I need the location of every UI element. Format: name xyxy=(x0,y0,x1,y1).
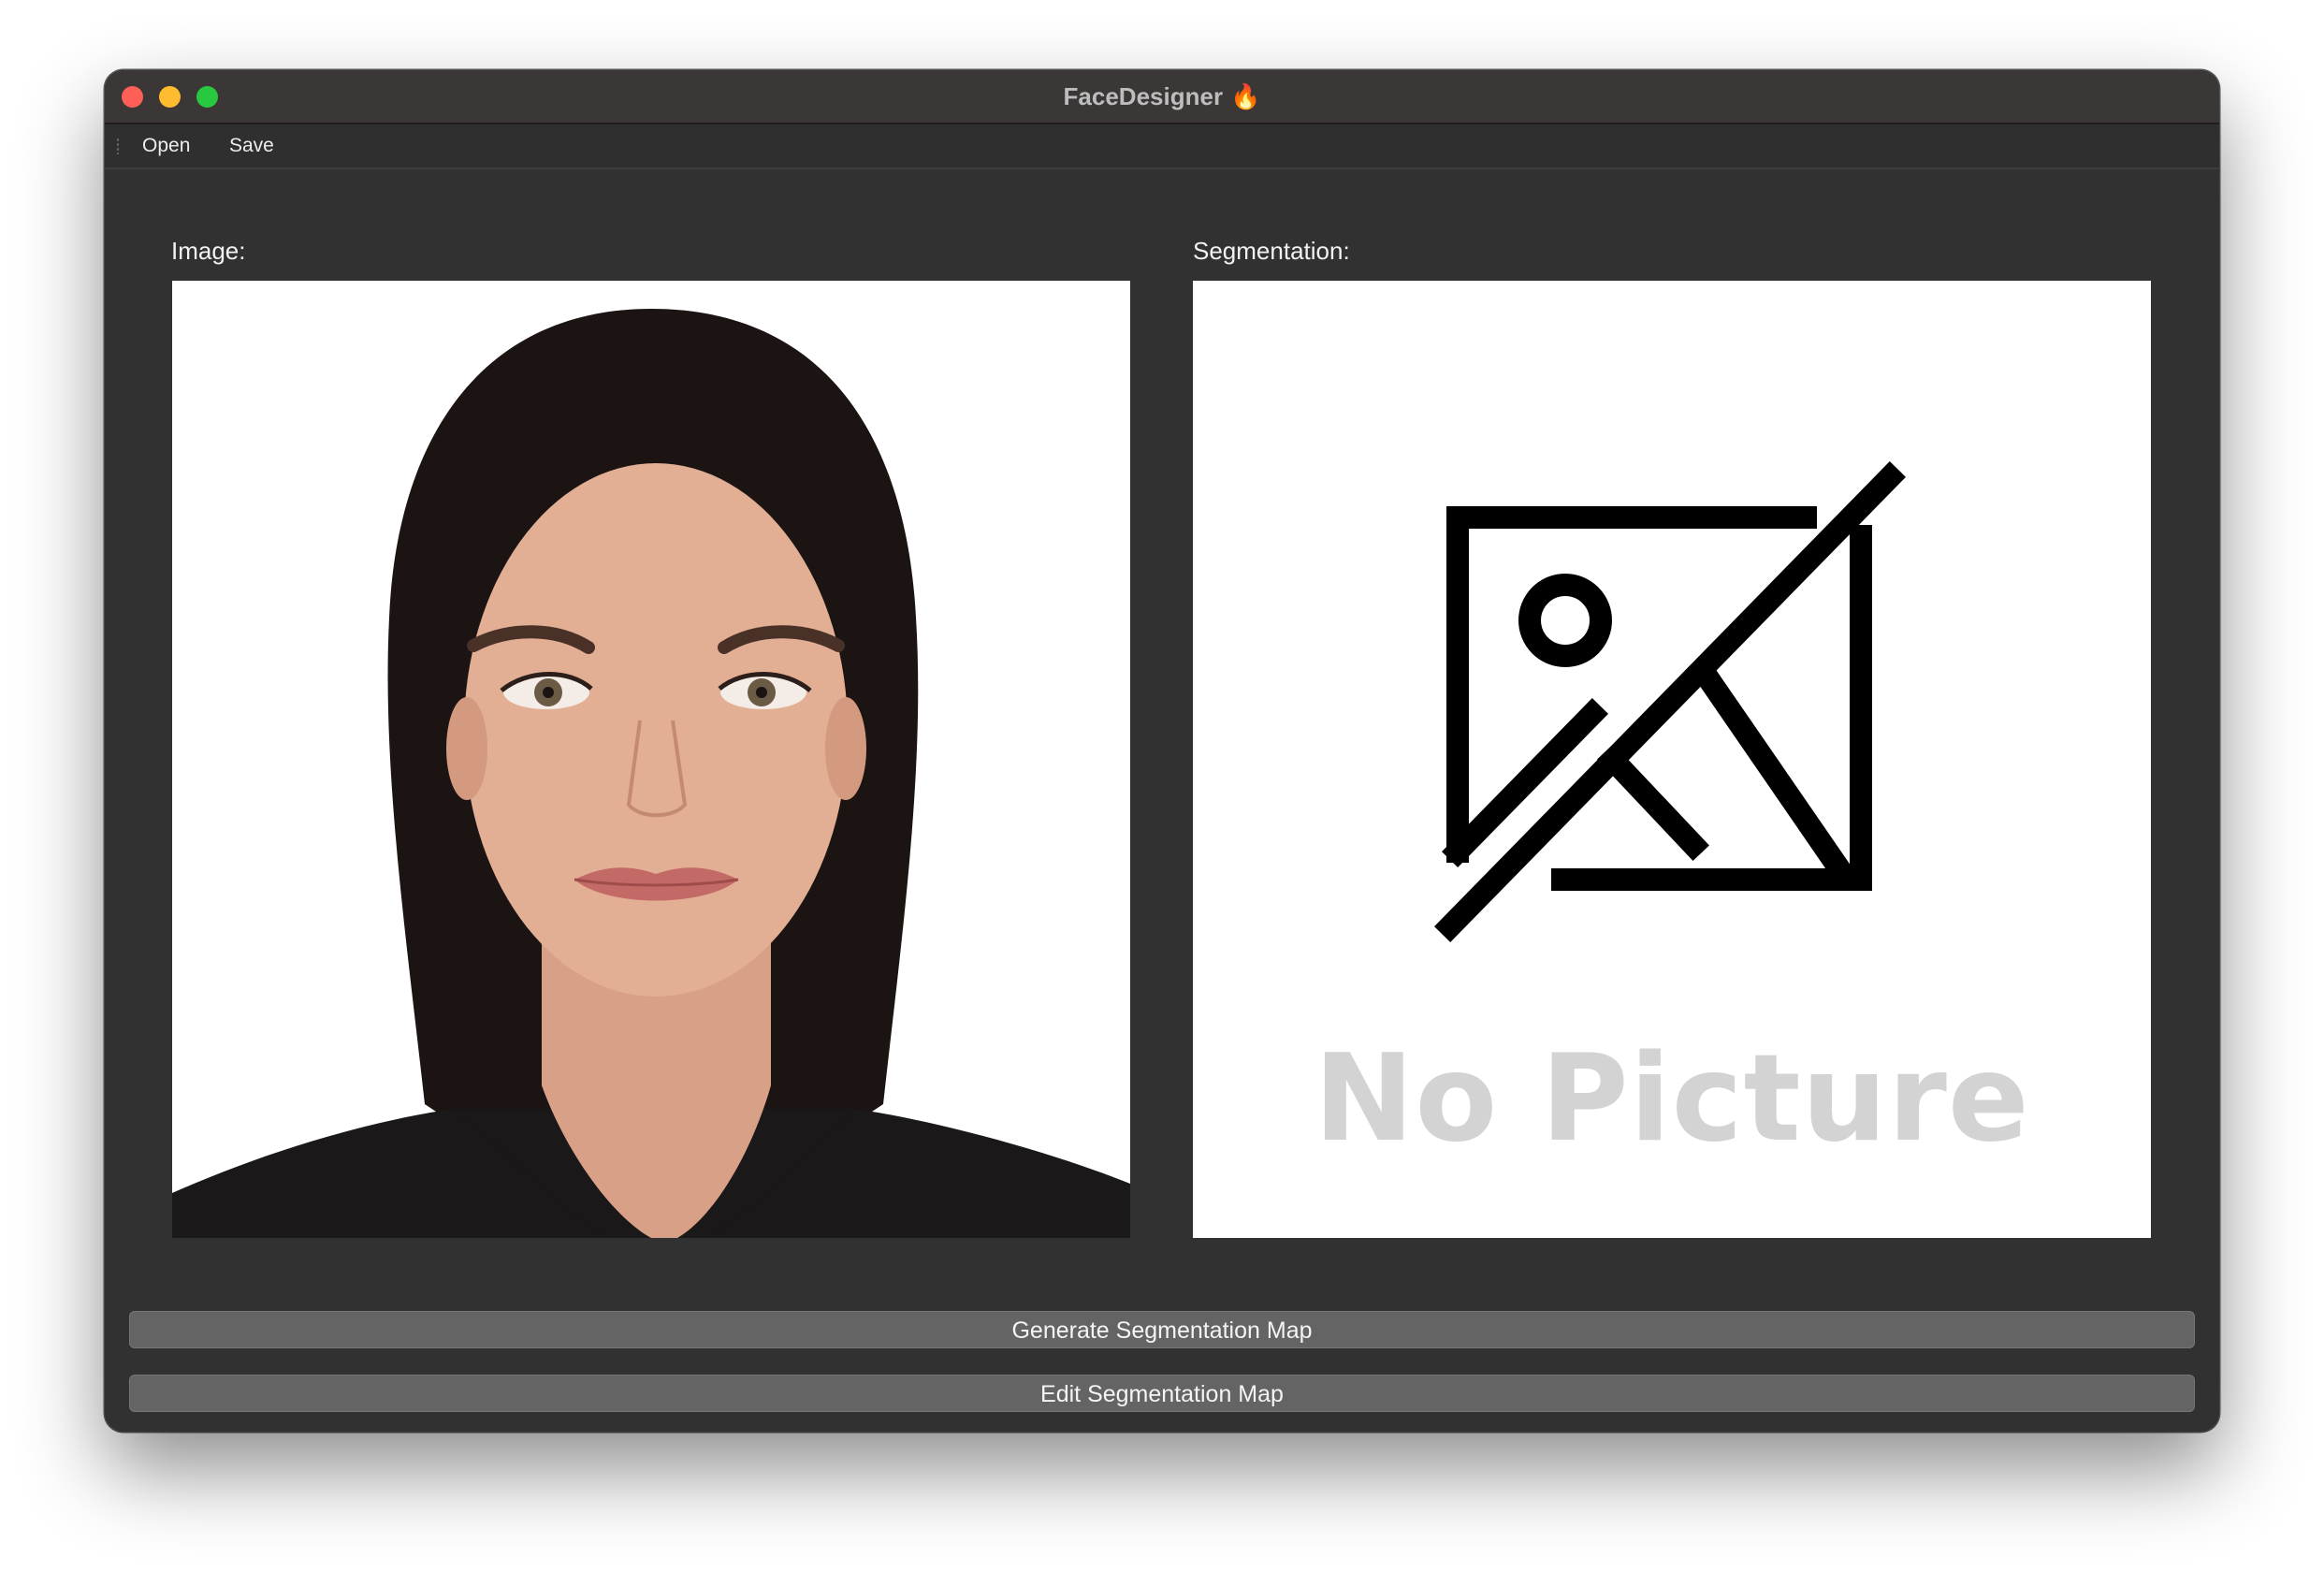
image-view[interactable] xyxy=(172,281,1130,1238)
window-title: FaceDesigner 🔥 xyxy=(105,70,2219,123)
toolbar: Open Save xyxy=(105,124,2219,169)
fire-icon: 🔥 xyxy=(1230,83,1261,111)
app-window: FaceDesigner 🔥 Open Save Image: Segmentat… xyxy=(105,70,2219,1432)
image-label: Image: xyxy=(171,237,246,265)
toolbar-grip-handle[interactable] xyxy=(116,138,120,154)
portrait-photo xyxy=(172,281,1130,1238)
save-menu-item[interactable]: Save xyxy=(229,124,274,167)
open-menu-item[interactable]: Open xyxy=(142,124,190,167)
window-title-text: FaceDesigner xyxy=(1063,82,1224,110)
title-bar[interactable]: FaceDesigner 🔥 xyxy=(105,70,2219,124)
edit-segmentation-button[interactable]: Edit Segmentation Map xyxy=(129,1375,2195,1412)
segmentation-label: Segmentation: xyxy=(1193,237,1350,265)
generate-segmentation-button[interactable]: Generate Segmentation Map xyxy=(129,1311,2195,1348)
segmentation-view[interactable]: No Picture xyxy=(1193,281,2151,1238)
no-picture-text: No Picture xyxy=(1314,1029,2030,1169)
